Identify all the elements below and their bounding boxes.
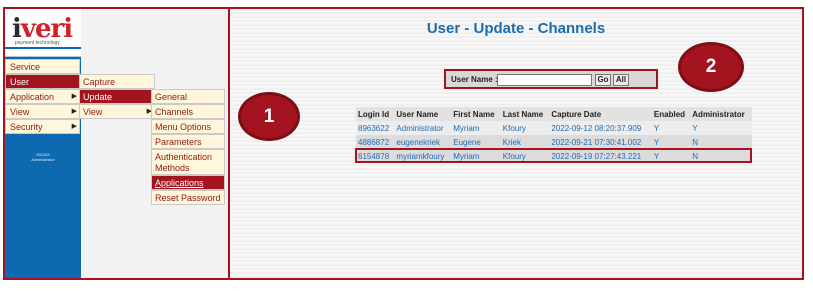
table-header-row: Login Id User Name First Name Last Name … <box>356 107 752 121</box>
callout-number: 1 <box>263 106 275 127</box>
cell-last-name[interactable]: Kriek <box>500 135 550 149</box>
cell-administrator[interactable]: N <box>690 135 752 149</box>
column-header[interactable]: Last Name <box>500 107 550 121</box>
cell-first-name[interactable]: Myriam <box>451 121 501 135</box>
user-info: 631263 Administrator <box>5 152 81 162</box>
submenu2-item-label: General <box>155 92 188 102</box>
cell-user-name[interactable]: Administrator <box>394 121 452 135</box>
chevron-right-icon: ▶ <box>71 123 77 130</box>
submenu2-item-label: Parameters <box>155 137 202 147</box>
callout-2: 2 <box>678 42 744 92</box>
submenu2-item-channels[interactable]: Channels <box>151 104 225 119</box>
cell-enabled[interactable]: Y <box>651 135 691 149</box>
submenu-item-label: Capture <box>83 77 116 87</box>
menu-item-security[interactable]: Security ▶ <box>5 119 80 134</box>
callout-1: 1 <box>238 92 300 141</box>
cell-login-id[interactable]: 4886872 <box>356 135 395 149</box>
go-button[interactable]: Go <box>595 74 611 86</box>
menu-item-label: View <box>10 107 30 117</box>
menu-item-application[interactable]: Application ▶ <box>5 89 80 104</box>
user-info-role: Administrator <box>31 157 55 162</box>
cell-first-name[interactable]: Eugene <box>451 135 501 149</box>
menu-item-label: Security <box>10 122 43 132</box>
search-bar: User Name : Go All <box>444 69 658 89</box>
submenu2-item-applications[interactable]: Applications <box>151 175 225 190</box>
logo: iveri payment technology <box>5 9 81 47</box>
column-header[interactable]: First Name <box>451 107 501 121</box>
page-title: User - Update - Channels <box>426 20 606 37</box>
submenu2-item-menu-options[interactable]: Menu Options <box>151 119 225 134</box>
column-header[interactable]: Enabled <box>651 107 691 121</box>
table-row[interactable]: 4886872 eugenekriek Eugene Kriek 2022-09… <box>356 135 752 149</box>
chevron-right-icon: ▶ <box>71 108 77 115</box>
submenu2-item-parameters[interactable]: Parameters <box>151 134 225 149</box>
submenu2-item-label: Reset Password <box>155 193 221 203</box>
cell-administrator[interactable]: Y <box>690 121 752 135</box>
logo-tagline: payment technology <box>15 40 60 46</box>
menu-item-user[interactable]: User <box>5 74 80 89</box>
submenu2-item-label: Channels <box>155 107 194 117</box>
submenu-item-capture[interactable]: Capture <box>79 74 155 89</box>
submenu2-item-label: Applications <box>155 178 204 188</box>
column-header[interactable]: User Name <box>394 107 452 121</box>
table-row[interactable]: 8963622 Administrator Myriam Kfoury 2022… <box>356 121 752 135</box>
column-header[interactable]: Administrator <box>690 107 752 121</box>
cell-capture-date[interactable]: 2022-09-21 07:30:41.002 <box>549 135 652 149</box>
submenu2-item-general[interactable]: General <box>151 89 225 104</box>
column-header[interactable]: Login Id <box>356 107 395 121</box>
user-name-input[interactable] <box>497 74 592 86</box>
menu-item-label: Service <box>10 62 41 72</box>
submenu-item-label: View <box>83 107 103 117</box>
column-header[interactable]: Capture Date <box>549 107 652 121</box>
all-button[interactable]: All <box>613 74 629 86</box>
submenu2-item-reset-password[interactable]: Reset Password <box>151 190 225 205</box>
menu-item-service[interactable]: Service <box>5 59 80 74</box>
cell-user-name[interactable]: eugenekriek <box>394 135 452 149</box>
cell-capture-date[interactable]: 2022-09-12 08:20:37.909 <box>549 121 652 135</box>
cell-login-id[interactable]: 8963622 <box>356 121 395 135</box>
submenu2-item-label: Authentication Methods <box>155 152 213 173</box>
search-label: User Name : <box>451 75 498 84</box>
logo-wordmark: iveri <box>12 16 73 42</box>
cell-enabled[interactable]: Y <box>651 121 691 135</box>
panel-divider <box>228 7 230 280</box>
selected-row-highlight <box>355 148 752 163</box>
submenu2-item-authentication-methods[interactable]: Authentication Methods <box>151 149 225 175</box>
cell-last-name[interactable]: Kfoury <box>500 121 550 135</box>
callout-number: 2 <box>705 56 717 77</box>
submenu-item-update[interactable]: Update <box>79 89 155 104</box>
submenu-item-view[interactable]: View ▶ <box>79 104 155 119</box>
menu-item-label: User <box>10 77 30 87</box>
chevron-right-icon: ▶ <box>71 93 77 100</box>
submenu2-item-label: Menu Options <box>155 122 212 132</box>
submenu-item-label: Update <box>83 92 113 102</box>
menu-item-label: Application <box>10 92 55 102</box>
menu-item-view[interactable]: View ▶ <box>5 104 80 119</box>
menu-top-strip <box>5 49 81 57</box>
